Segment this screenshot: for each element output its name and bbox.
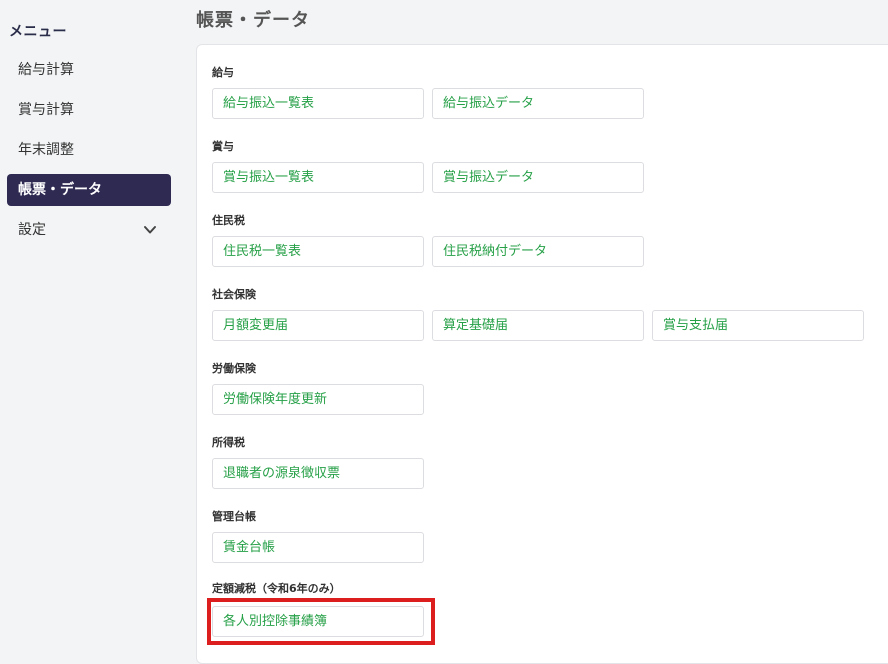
base-calculation-notice-button[interactable]: 算定基礎届 (432, 310, 644, 341)
section-label-fixed-tax-reduction: 定額減税（令和6年のみ） (212, 582, 341, 595)
sidebar-item-label: 年末調整 (18, 142, 74, 158)
section-label-management-ledger: 管理台帳 (212, 510, 256, 523)
resident-tax-payment-data-button[interactable]: 住民税納付データ (432, 236, 644, 267)
highlight-box (207, 598, 435, 645)
bonus-transfer-data-button[interactable]: 賞与振込データ (432, 162, 644, 193)
sidebar-item-label: 賞与計算 (18, 102, 74, 118)
content-panel (196, 44, 888, 664)
sidebar: メニュー 給与計算 賞与計算 年末調整 帳票・データ 設定 (0, 0, 180, 653)
resident-tax-list-button[interactable]: 住民税一覧表 (212, 236, 424, 267)
section-label-bonus: 賞与 (212, 140, 234, 153)
salary-transfer-data-button[interactable]: 給与振込データ (432, 88, 644, 119)
sidebar-item-reports-data[interactable]: 帳票・データ (7, 174, 171, 206)
salary-transfer-list-button[interactable]: 給与振込一覧表 (212, 88, 424, 119)
sidebar-item-label: 給与計算 (18, 62, 74, 78)
monthly-change-notice-button[interactable]: 月額変更届 (212, 310, 424, 341)
page-title: 帳票・データ (196, 10, 310, 31)
sidebar-item-label: 帳票・データ (18, 182, 102, 198)
section-label-labor-insurance: 労働保険 (212, 362, 256, 375)
sidebar-item-salary-calc[interactable]: 給与計算 (7, 54, 171, 86)
section-label-income-tax: 所得税 (212, 436, 245, 449)
sidebar-item-label: 設定 (18, 222, 46, 238)
sidebar-item-bonus-calc[interactable]: 賞与計算 (7, 94, 171, 126)
bonus-payment-notice-button[interactable]: 賞与支払届 (652, 310, 864, 341)
wage-ledger-button[interactable]: 賃金台帳 (212, 532, 424, 563)
bonus-transfer-list-button[interactable]: 賞与振込一覧表 (212, 162, 424, 193)
section-label-salary: 給与 (212, 66, 234, 79)
chevron-down-icon[interactable] (143, 223, 157, 237)
section-label-social-insurance: 社会保険 (212, 288, 256, 301)
sidebar-item-settings[interactable]: 設定 (7, 214, 171, 246)
labor-insurance-annual-renewal-button[interactable]: 労働保険年度更新 (212, 384, 424, 415)
sidebar-item-year-end-adjustment[interactable]: 年末調整 (7, 134, 171, 166)
retiree-withholding-slip-button[interactable]: 退職者の源泉徴収票 (212, 458, 424, 489)
section-label-resident-tax: 住民税 (212, 214, 245, 227)
menu-heading: メニュー (9, 24, 67, 40)
